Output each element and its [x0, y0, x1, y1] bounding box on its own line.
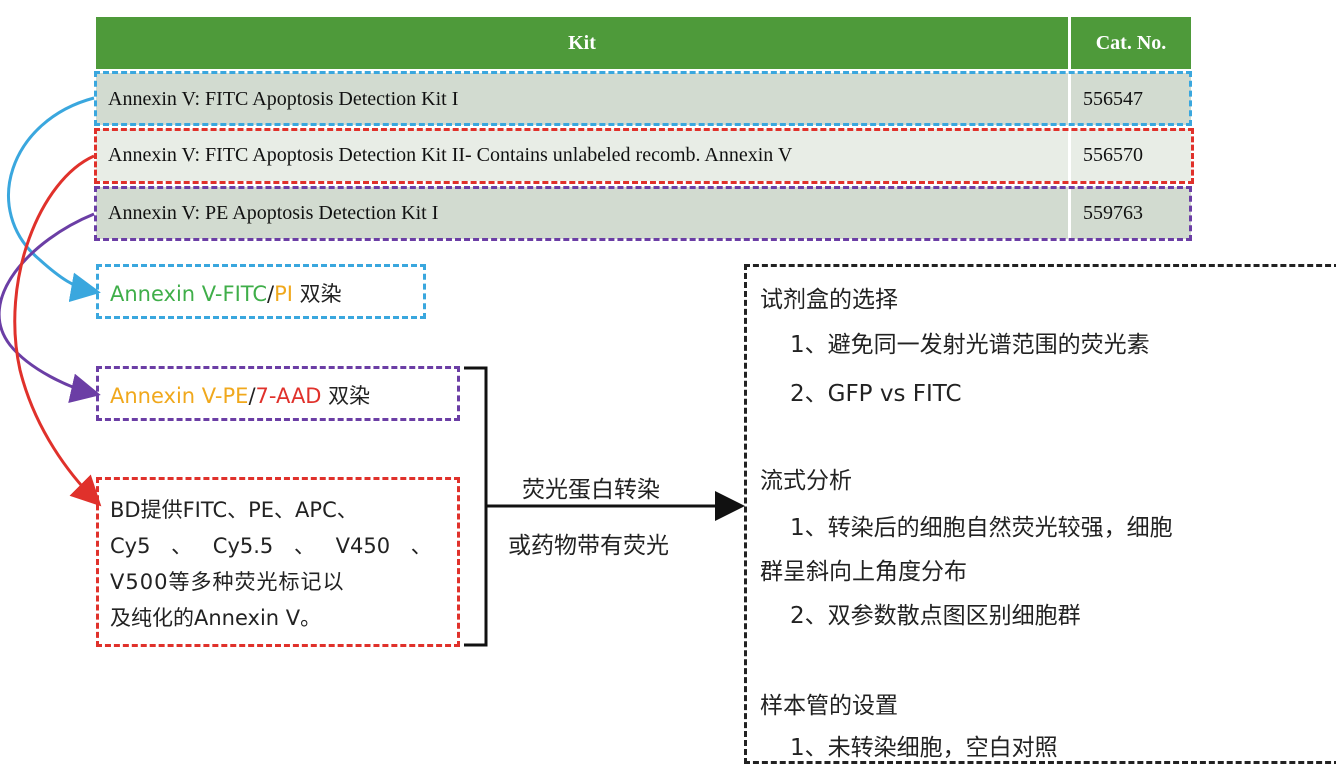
- bracket: [464, 366, 488, 647]
- connector-arrows: [0, 96, 745, 647]
- red-arrow: [13, 154, 102, 507]
